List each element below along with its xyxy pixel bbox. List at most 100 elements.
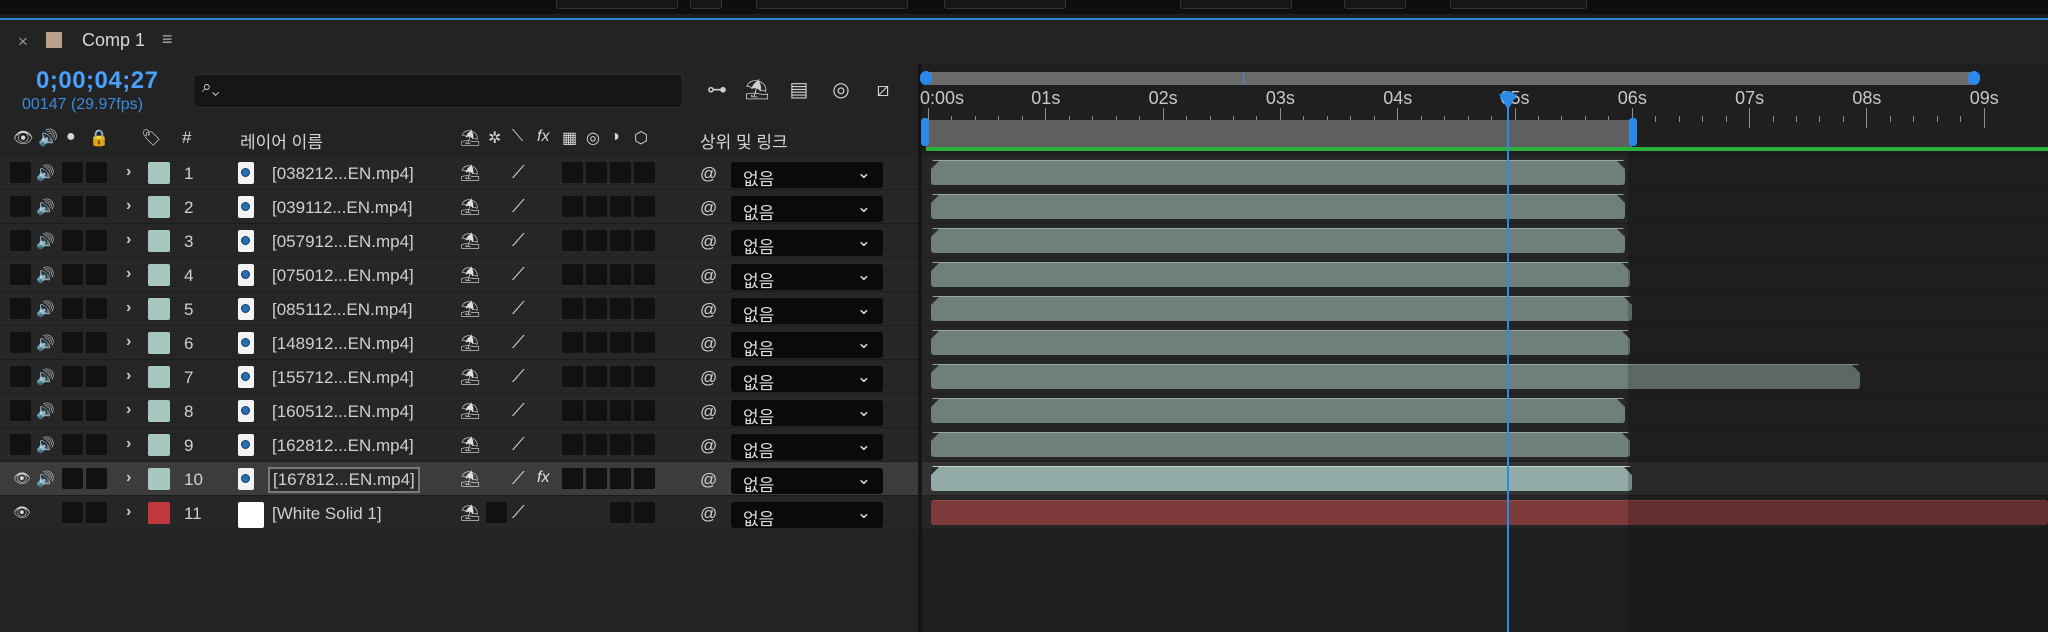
- speaker-icon[interactable]: 🔊: [36, 334, 55, 352]
- chevron-right-icon[interactable]: ›: [126, 367, 131, 385]
- chevron-right-icon[interactable]: ›: [126, 299, 131, 317]
- chevron-down-icon[interactable]: ⌄: [857, 231, 871, 251]
- solo-toggle[interactable]: [62, 434, 83, 455]
- speaker-icon[interactable]: 🔊: [36, 368, 55, 386]
- shy-icon[interactable]: ⛱: [460, 401, 480, 421]
- speaker-icon[interactable]: 🔊: [36, 300, 55, 318]
- quality-slash-icon[interactable]: ⟋: [512, 400, 525, 421]
- label-color[interactable]: [148, 162, 170, 184]
- adjustment-toggle[interactable]: [610, 162, 631, 183]
- lock-toggle[interactable]: [86, 332, 107, 353]
- eye-icon[interactable]: 👁: [13, 504, 31, 521]
- video-toggle[interactable]: [10, 162, 31, 183]
- lock-toggle[interactable]: [86, 366, 107, 387]
- lock-toggle[interactable]: [86, 400, 107, 421]
- label-color[interactable]: [148, 468, 170, 490]
- adjustment-toggle[interactable]: [610, 502, 631, 523]
- collapse-toggle[interactable]: [486, 502, 507, 523]
- chevron-down-icon[interactable]: ⌄: [857, 503, 871, 523]
- layer-name[interactable]: [039112...EN.mp4]: [272, 198, 413, 218]
- pickwhip-icon[interactable]: @: [700, 470, 717, 490]
- layer-name[interactable]: [White Solid 1]: [272, 504, 382, 524]
- top-bar-control[interactable]: [1344, 0, 1406, 9]
- adjustment-icon[interactable]: ◑: [610, 128, 620, 146]
- shy-icon[interactable]: ⛱: [460, 128, 480, 148]
- chevron-down-icon[interactable]: ⌄: [857, 163, 871, 183]
- work-area-bar[interactable]: [926, 120, 1632, 148]
- quality-slash-icon[interactable]: ⟋: [512, 298, 525, 319]
- pickwhip-icon[interactable]: @: [700, 266, 717, 286]
- lock-toggle[interactable]: [86, 162, 107, 183]
- solo-toggle[interactable]: [62, 162, 83, 183]
- label-color[interactable]: [148, 434, 170, 456]
- layer-name[interactable]: [155712...EN.mp4]: [272, 368, 414, 388]
- work-area-start-handle[interactable]: [921, 118, 929, 146]
- lock-toggle[interactable]: [86, 468, 107, 489]
- parent-dropdown[interactable]: 없음 ⌄: [731, 434, 883, 461]
- eye-icon[interactable]: 👁: [13, 128, 33, 148]
- parent-dropdown[interactable]: 없음 ⌄: [731, 366, 883, 393]
- frame-blending-icon[interactable]: ▤: [784, 76, 814, 104]
- shy-icon[interactable]: ⛱: [460, 163, 480, 183]
- layer-duration-bar[interactable]: [931, 398, 1625, 423]
- playhead-head[interactable]: [1499, 94, 1517, 110]
- quality-slash-icon[interactable]: ⟋: [512, 230, 525, 251]
- chevron-down-icon[interactable]: ⌄: [857, 401, 871, 421]
- navigator-end-handle[interactable]: [1968, 71, 1980, 85]
- lock-toggle[interactable]: [86, 434, 107, 455]
- 3d-toggle[interactable]: [634, 434, 655, 455]
- pickwhip-icon[interactable]: @: [700, 368, 717, 388]
- quality-slash-icon[interactable]: ⟋: [512, 502, 525, 523]
- label-color[interactable]: [148, 502, 170, 524]
- motion-blur-toggle[interactable]: [586, 400, 607, 421]
- frame-blend-icon[interactable]: ▦: [562, 128, 577, 148]
- solo-toggle[interactable]: [62, 468, 83, 489]
- solo-toggle[interactable]: [62, 400, 83, 421]
- frame-blend-toggle[interactable]: [562, 196, 583, 217]
- motion-blur-toggle[interactable]: [586, 434, 607, 455]
- motion-blur-toggle[interactable]: [586, 230, 607, 251]
- close-tab-icon[interactable]: ×: [18, 32, 28, 52]
- layer-name[interactable]: [167812...EN.mp4]: [268, 467, 420, 493]
- 3d-toggle[interactable]: [634, 400, 655, 421]
- chevron-right-icon[interactable]: ›: [126, 197, 131, 215]
- frame-blend-toggle[interactable]: [562, 332, 583, 353]
- quality-slash-icon[interactable]: ⟋: [512, 196, 525, 217]
- search-input[interactable]: [193, 74, 683, 108]
- frame-blend-toggle[interactable]: [562, 468, 583, 489]
- motion-blur-toggle[interactable]: [586, 298, 607, 319]
- eye-icon[interactable]: 👁: [13, 470, 31, 487]
- motion-blur-toggle[interactable]: [586, 468, 607, 489]
- 3d-layer-icon[interactable]: ⬡: [634, 128, 648, 148]
- video-toggle[interactable]: [10, 298, 31, 319]
- solo-toggle[interactable]: [62, 196, 83, 217]
- frame-blend-toggle[interactable]: [562, 162, 583, 183]
- quality-icon[interactable]: ⟍: [512, 128, 523, 146]
- quality-slash-icon[interactable]: ⟋: [512, 366, 525, 387]
- layer-duration-bar[interactable]: [931, 330, 1630, 355]
- work-area-end-handle[interactable]: [1629, 118, 1637, 146]
- layer-duration-bar[interactable]: [931, 296, 1632, 321]
- shy-icon[interactable]: ⛱: [460, 333, 480, 353]
- 3d-toggle[interactable]: [634, 366, 655, 387]
- motion-blur-toggle[interactable]: [586, 196, 607, 217]
- chevron-down-icon[interactable]: ⌄: [857, 435, 871, 455]
- frame-blend-toggle[interactable]: [562, 400, 583, 421]
- top-bar-control[interactable]: [1450, 0, 1587, 9]
- label-color[interactable]: [148, 400, 170, 422]
- video-toggle[interactable]: [10, 366, 31, 387]
- solo-toggle[interactable]: [62, 366, 83, 387]
- lock-toggle[interactable]: [86, 230, 107, 251]
- video-toggle[interactable]: [10, 196, 31, 217]
- quality-slash-icon[interactable]: ⟋: [512, 162, 525, 183]
- chevron-down-icon[interactable]: ⌄: [857, 299, 871, 319]
- adjustment-toggle[interactable]: [610, 434, 631, 455]
- top-bar-control[interactable]: [556, 0, 678, 9]
- video-toggle[interactable]: [10, 230, 31, 251]
- graph-editor-icon[interactable]: ⧄: [868, 76, 898, 104]
- layer-duration-bar[interactable]: [931, 432, 1630, 457]
- video-toggle[interactable]: [10, 400, 31, 421]
- current-timecode[interactable]: 0;00;04;27: [36, 67, 158, 95]
- shy-icon[interactable]: ⛱: [460, 299, 480, 319]
- search-icon[interactable]: ⌕⌄: [202, 77, 220, 97]
